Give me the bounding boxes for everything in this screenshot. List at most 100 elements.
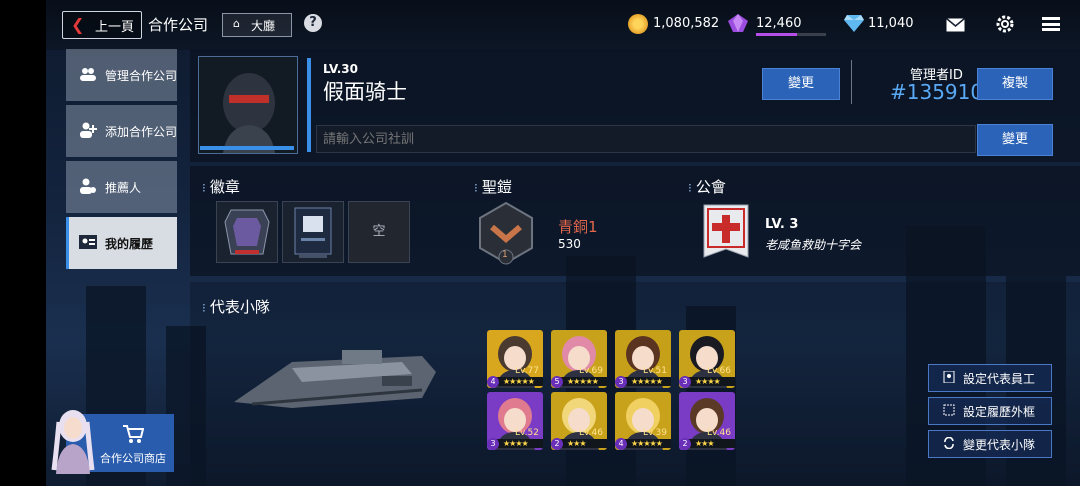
sidebar-item-manage-company[interactable]: 管理合作公司 [66, 49, 177, 101]
menu-icon[interactable] [1042, 17, 1060, 31]
set-frame-label: 設定履歷外框 [963, 405, 1036, 419]
squad-member-grade: 3 [679, 376, 691, 388]
guild-name: 老咸鱼救助十字会 [765, 238, 862, 252]
squad-member-level: Lv.52 [515, 428, 539, 438]
profile-card-icon [79, 233, 97, 251]
company-motto-input[interactable] [316, 125, 976, 153]
squad-member-card[interactable]: Lv.66 ★★★★ 3 [679, 330, 735, 388]
squad-member-card[interactable]: Lv.46 ★★★ 2 [551, 392, 607, 450]
diamond-icon [843, 13, 865, 33]
squad-member-level: Lv.39 [643, 428, 667, 438]
crystal-progress-fill [756, 33, 797, 36]
settings-gear-icon[interactable] [996, 15, 1014, 33]
set-rep-staff-button[interactable]: 設定代表員工 [928, 364, 1052, 392]
crystal-progress-track [756, 33, 826, 36]
squad-member-level: Lv.51 [643, 366, 667, 376]
sidebar-item-add-company[interactable]: 添加合作公司 [66, 105, 177, 157]
home-button[interactable]: ⌂ 大廳 [222, 13, 292, 37]
badges-title: 徽章 [209, 178, 240, 196]
guild-level: LV. 3 [765, 217, 799, 232]
section-marker-icon: ⁝ [202, 301, 206, 315]
sidebar-item-label: 管理合作公司 [105, 69, 178, 83]
header-divider [851, 60, 852, 104]
battleship-image [232, 342, 438, 422]
armor-rank: 青銅1 [558, 218, 598, 236]
frame-icon [943, 404, 955, 416]
squad-member-grade: 3 [615, 376, 627, 388]
change-squad-label: 變更代表小隊 [963, 438, 1036, 452]
back-label: 上一頁 [95, 20, 135, 35]
name-accent-bar [307, 58, 311, 152]
change-motto-button[interactable]: 變更 [977, 124, 1053, 156]
badge-slot-empty[interactable]: 空 [348, 201, 410, 263]
sidebar-item-label: 推薦人 [105, 181, 142, 195]
guild-emblem-icon[interactable] [702, 203, 750, 263]
diamond-amount: 11,040 [868, 16, 914, 31]
sidebar-item-label: 我的履歷 [105, 237, 154, 251]
squad-member-card[interactable]: Lv.77 ★★★★★ 4 [487, 330, 543, 388]
section-marker-icon: ⁝ [202, 181, 206, 195]
back-button[interactable]: ❮ 上一頁 [62, 11, 142, 39]
squad-section-title: ⁝ 代表小隊 [202, 296, 270, 317]
squad-member-card[interactable]: Lv.51 ★★★★★ 3 [615, 330, 671, 388]
gold-amount: 1,080,582 [653, 16, 720, 31]
staff-card-icon [943, 370, 955, 384]
crystal-icon [727, 13, 749, 33]
cart-icon [122, 424, 145, 444]
armor-tier: 1 [502, 250, 508, 260]
armor-points: 530 [558, 237, 581, 251]
shop-character-portrait [48, 404, 98, 474]
player-name: 假面骑士 [323, 80, 407, 104]
squad-member-level: Lv.66 [707, 366, 731, 376]
home-label: 大廳 [251, 19, 276, 33]
armor-rank-hex-icon[interactable]: 1 [478, 201, 534, 267]
crystal-amount: 12,460 [756, 16, 802, 31]
sidebar-item-my-profile[interactable]: 我的履歷 [66, 217, 177, 269]
recommender-icon [79, 177, 97, 195]
squad-title: 代表小隊 [209, 298, 270, 316]
squad-member-level: Lv.77 [515, 366, 539, 376]
squad-member-card[interactable]: Lv.46 ★★★ 2 [679, 392, 735, 450]
squad-member-grade: 4 [487, 376, 499, 388]
add-user-icon [79, 121, 97, 139]
section-marker-icon: ⁝ [474, 181, 478, 195]
home-icon: ⌂ [233, 17, 240, 30]
squad-member-level: Lv.69 [579, 366, 603, 376]
squad-member-grade: 5 [551, 376, 563, 388]
section-marker-icon: ⁝ [688, 181, 692, 195]
avatar-accent-bar [200, 146, 294, 150]
change-squad-button[interactable]: 變更代表小隊 [928, 430, 1052, 458]
swap-icon [943, 436, 955, 450]
squad-member-grade: 2 [551, 438, 563, 450]
squad-member-grade: 3 [487, 438, 499, 450]
player-level: LV.30 [323, 62, 358, 76]
squad-member-card[interactable]: Lv.39 ★★★★★ 4 [615, 392, 671, 450]
squad-member-level: Lv.46 [707, 428, 731, 438]
squad-member-level: Lv.46 [579, 428, 603, 438]
squad-member-grade: 2 [679, 438, 691, 450]
armor-section-title: ⁝ 聖鎧 [474, 176, 512, 197]
guild-title: 公會 [695, 178, 726, 196]
avatar[interactable] [198, 56, 298, 154]
manage-company-icon [79, 65, 97, 83]
badges-section-title: ⁝ 徽章 [202, 176, 240, 197]
help-icon[interactable]: ? [304, 14, 322, 32]
back-arrow-icon: ❮ [71, 15, 85, 34]
sidebar-item-label: 添加合作公司 [105, 125, 178, 139]
gold-coin-icon [628, 14, 648, 34]
set-rep-staff-label: 設定代表員工 [963, 372, 1036, 386]
squad-member-card[interactable]: Lv.69 ★★★★★ 5 [551, 330, 607, 388]
sidebar-item-recommender[interactable]: 推薦人 [66, 161, 177, 213]
page-title: 合作公司 [148, 16, 209, 34]
armor-title: 聖鎧 [481, 178, 512, 196]
shop-label: 合作公司商店 [100, 452, 166, 465]
mail-icon[interactable] [945, 17, 966, 32]
guild-section-title: ⁝ 公會 [688, 176, 726, 197]
set-frame-button[interactable]: 設定履歷外框 [928, 397, 1052, 425]
change-name-button[interactable]: 變更 [762, 68, 840, 100]
badge-slot-1[interactable] [216, 201, 278, 263]
squad-member-card[interactable]: Lv.52 ★★★★ 3 [487, 392, 543, 450]
badge-slot-2[interactable] [282, 201, 344, 263]
squad-member-grade: 4 [615, 438, 627, 450]
copy-id-button[interactable]: 複製 [977, 68, 1053, 100]
